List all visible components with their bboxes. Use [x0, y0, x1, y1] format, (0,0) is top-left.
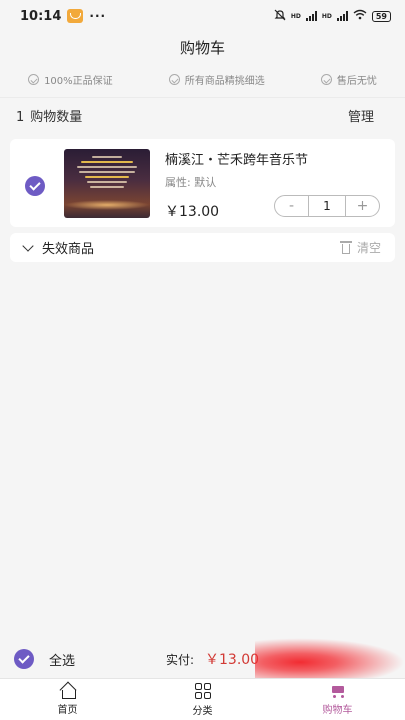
status-time: 10:14 — [20, 8, 62, 24]
product-price: ￥13.00 — [165, 204, 220, 220]
product-attribute: 属性: 默认 — [165, 176, 217, 189]
clear-invalid-button[interactable]: 清空 — [339, 239, 381, 256]
check-circle-icon — [168, 74, 180, 85]
tab-home[interactable]: 首页 — [0, 679, 135, 720]
manage-button[interactable]: 管理 — [348, 106, 374, 125]
clear-label: 清空 — [356, 241, 381, 255]
status-left: 10:14 ··· — [20, 9, 106, 24]
pay-amount: ￥13.00 — [205, 652, 260, 668]
quantity-input[interactable]: 1 — [308, 196, 346, 216]
network-hd-label: HD — [290, 12, 301, 20]
tab-label: 购物车 — [322, 705, 353, 716]
invalid-items-bar: 失效商品 清空 — [10, 233, 395, 262]
increase-button[interactable]: + — [346, 196, 379, 216]
wifi-icon — [353, 9, 367, 23]
select-all-label[interactable]: 全选 — [49, 650, 75, 669]
tab-label: 分类 — [192, 705, 213, 717]
guarantee-label: 售后无忧 — [336, 76, 377, 87]
chevron-down-icon — [22, 239, 34, 252]
quantity-stepper: - 1 + — [274, 195, 380, 217]
tab-cart[interactable]: 购物车 — [270, 679, 405, 720]
tab-bar: 首页 分类 购物车 — [0, 678, 405, 720]
decrease-button[interactable]: - — [275, 196, 308, 216]
product-title[interactable]: 楠溪江・芒禾跨年音乐节 — [165, 149, 308, 168]
guarantee-item: 100%正品保证 — [28, 72, 113, 87]
tab-category[interactable]: 分类 — [135, 679, 270, 720]
check-circle-icon — [28, 74, 40, 85]
select-all-checkbox[interactable] — [14, 649, 34, 669]
signal-icon-1 — [305, 11, 317, 21]
product-thumbnail[interactable] — [64, 149, 150, 218]
trash-icon — [339, 241, 352, 254]
guarantee-item: 售后无忧 — [320, 72, 377, 87]
status-right: HD HD 59 — [274, 9, 391, 24]
more-notifications-icon: ··· — [89, 9, 107, 23]
guarantee-bar: 100%正品保证 所有商品精挑细选 售后无忧 — [0, 62, 405, 98]
grid-icon — [194, 682, 211, 699]
invalid-items-label: 失效商品 — [42, 242, 95, 257]
page-title: 购物车 — [179, 38, 225, 57]
app-notification-icon — [67, 9, 84, 23]
invalid-items-toggle[interactable]: 失效商品 — [22, 238, 95, 257]
guarantee-item: 所有商品精挑细选 — [168, 72, 265, 87]
checkout-bar: 全选 实付: ￥13.00 — [0, 638, 405, 682]
cart-count-number: 1 — [16, 109, 25, 125]
check-circle-icon — [320, 74, 332, 85]
item-checkbox[interactable] — [25, 176, 45, 196]
cart-count-bar: 1 购物数量 管理 — [0, 98, 405, 132]
cart-count: 1 购物数量 — [16, 106, 82, 125]
mute-icon — [274, 9, 286, 24]
cart-icon — [329, 683, 347, 698]
battery-icon: 59 — [371, 10, 391, 22]
home-icon — [60, 684, 76, 699]
guarantee-label: 所有商品精挑细选 — [184, 76, 265, 87]
signal-icon-2 — [336, 11, 348, 21]
cart-item: 楠溪江・芒禾跨年音乐节 属性: 默认 ￥13.00 - 1 + — [10, 139, 395, 227]
checkout-button[interactable] — [255, 638, 405, 682]
network-hd-label-2: HD — [321, 12, 332, 20]
cart-count-label: 购物数量 — [30, 109, 83, 125]
tab-label: 首页 — [57, 704, 78, 716]
guarantee-label: 100%正品保证 — [44, 76, 113, 87]
pay-label: 实付: — [166, 652, 195, 667]
status-bar: 10:14 ··· HD HD 59 — [0, 0, 405, 32]
